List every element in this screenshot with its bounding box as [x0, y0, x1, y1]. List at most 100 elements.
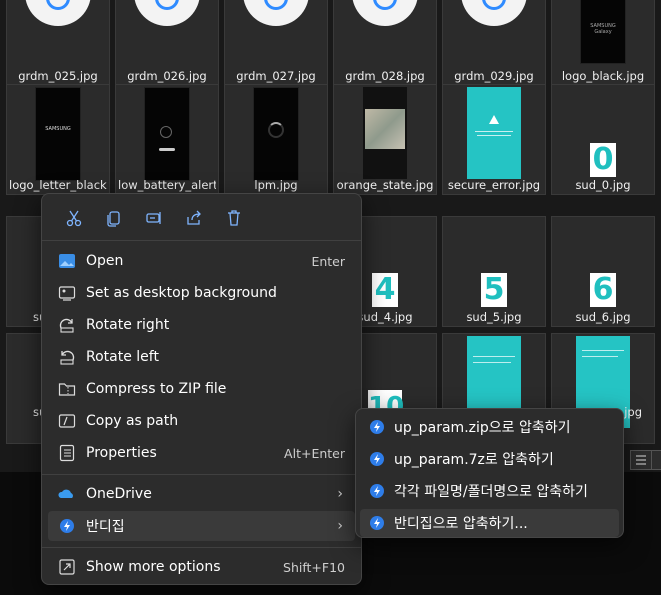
file-name: grdm_025.jpg	[18, 69, 98, 83]
file-tile[interactable]: lpm.jpg	[224, 84, 328, 195]
bandizip-icon	[58, 517, 76, 535]
circle-icon	[264, 0, 288, 10]
compress-with-bandizip-item[interactable]: 반디집으로 압축하기...	[360, 509, 619, 537]
onedrive-item[interactable]: OneDrive ›	[48, 479, 355, 509]
rename-button[interactable]	[134, 206, 174, 230]
quick-actions-bar	[54, 206, 254, 230]
shield-thumbnail	[243, 0, 309, 26]
circle-icon	[46, 0, 70, 10]
file-name: sud_0.jpg	[575, 178, 631, 192]
delete-icon	[228, 210, 240, 226]
bandizip-submenu: up_param.zip으로 압축하기 up_param.7z로 압축하기 각각…	[355, 408, 624, 538]
file-name: grdm_028.jpg	[345, 69, 425, 83]
file-tile[interactable]: 0 sud_0.jpg	[551, 84, 655, 195]
properties-item[interactable]: Properties Alt+Enter	[48, 438, 355, 468]
menu-divider	[42, 547, 361, 548]
delete-button[interactable]	[214, 206, 254, 230]
copy-as-path-item[interactable]: Copy as path	[48, 406, 355, 436]
file-tile[interactable]: orange_state.jpg	[333, 84, 437, 195]
file-tile[interactable]: grdm_029.jpg	[442, 0, 546, 86]
image-thumbnail	[363, 87, 407, 179]
text-line	[582, 356, 618, 357]
more-options-icon	[58, 558, 76, 576]
rotate-left-item[interactable]: Rotate left	[48, 342, 355, 372]
text-line	[473, 362, 511, 363]
image-thumbnail: SAMSUNG	[35, 87, 81, 181]
7z-compress-item[interactable]: up_param.7z로 압축하기	[360, 445, 619, 473]
image-thumbnail: SAMSUNG Galaxy	[580, 0, 626, 64]
details-view-button[interactable]	[630, 450, 652, 470]
file-tile[interactable]: grdm_028.jpg	[333, 0, 437, 86]
circle-icon	[373, 0, 397, 10]
shield-thumbnail	[352, 0, 418, 26]
menu-divider	[42, 474, 361, 475]
zip-folder-icon	[58, 380, 76, 398]
tiles-view-button[interactable]	[651, 450, 661, 470]
image-thumbnail	[144, 87, 190, 181]
warning-icon	[489, 115, 499, 124]
list-icon	[636, 455, 646, 465]
file-name: lpm.jpg	[254, 178, 298, 192]
file-tile[interactable]: low_battery_alert.	[115, 84, 219, 195]
photo-area	[365, 109, 405, 149]
bandizip-icon	[370, 452, 384, 466]
bandizip-item[interactable]: 반디집 ›	[48, 511, 355, 541]
file-name: grdm_026.jpg	[127, 69, 207, 83]
file-tile[interactable]: secure_error.jpg	[442, 84, 546, 195]
file-name: low_battery_alert.	[118, 178, 216, 192]
set-background-item[interactable]: Set as desktop background	[48, 278, 355, 308]
file-name: grdm_027.jpg	[236, 69, 316, 83]
bandizip-icon	[370, 420, 384, 434]
zip-compress-item[interactable]: up_param.zip으로 압축하기	[360, 413, 619, 441]
charger-icon	[159, 148, 175, 151]
rotate-right-icon	[58, 316, 76, 334]
chevron-right-icon: ›	[337, 486, 343, 502]
file-tile[interactable]: SAMSUNG Galaxy logo_black.jpg	[551, 0, 655, 86]
file-name: sud_5.jpg	[466, 310, 522, 324]
menu-divider	[42, 240, 361, 241]
shield-thumbnail	[25, 0, 91, 26]
file-name: secure_error.jpg	[447, 178, 541, 192]
text-line	[473, 356, 515, 357]
rotate-right-item[interactable]: Rotate right	[48, 310, 355, 340]
share-icon	[187, 210, 201, 225]
file-tile[interactable]: SAMSUNG logo_letter_black.	[6, 84, 110, 195]
image-thumbnail	[253, 87, 299, 181]
show-more-options-item[interactable]: Show more options Shift+F10	[48, 552, 355, 582]
circle-icon	[482, 0, 506, 10]
file-name: logo_black.jpg	[561, 69, 645, 83]
digit-image: 6	[590, 273, 616, 307]
share-button[interactable]	[174, 206, 214, 230]
text-line	[475, 131, 513, 132]
file-tile[interactable]: grdm_025.jpg	[6, 0, 110, 86]
digit-image: 4	[372, 273, 398, 307]
open-item[interactable]: Open Enter	[48, 246, 355, 276]
onedrive-icon	[58, 485, 76, 503]
context-menu: Open Enter Set as desktop background Rot…	[41, 193, 362, 585]
digit-image: 5	[481, 273, 507, 307]
file-tile[interactable]: 6 sud_6.jpg	[551, 216, 655, 327]
rotate-left-icon	[58, 348, 76, 366]
compress-each-item[interactable]: 각각 파일명/폴더명으로 압축하기	[360, 477, 619, 505]
path-icon	[58, 412, 76, 430]
file-name: grdm_029.jpg	[454, 69, 534, 83]
text-line	[477, 135, 511, 136]
file-tile[interactable]: 5 sud_5.jpg	[442, 216, 546, 327]
rename-icon	[146, 212, 161, 224]
desktop-background-icon	[58, 284, 76, 302]
cut-button[interactable]	[54, 206, 94, 230]
digit-image: 0	[590, 143, 616, 177]
chevron-right-icon: ›	[337, 518, 343, 534]
photos-icon	[58, 252, 76, 270]
samsung-logo-text: SAMSUNG	[45, 126, 71, 132]
copy-button[interactable]	[94, 206, 134, 230]
circle-icon	[155, 0, 179, 10]
text-line	[582, 350, 624, 351]
compress-zip-item[interactable]: Compress to ZIP file	[48, 374, 355, 404]
properties-icon	[58, 444, 76, 462]
file-tile[interactable]: grdm_026.jpg	[115, 0, 219, 86]
file-tile[interactable]: grdm_027.jpg	[224, 0, 328, 86]
samsung-logo-text: SAMSUNG Galaxy	[590, 23, 616, 35]
image-thumbnail	[467, 87, 521, 179]
spinner-icon	[268, 122, 284, 138]
